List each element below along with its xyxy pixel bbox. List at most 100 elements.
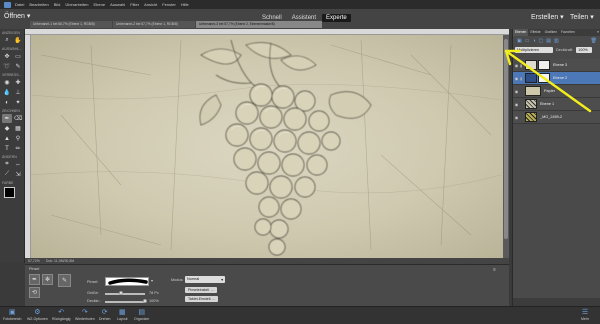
size-slider[interactable] [105, 293, 145, 295]
brush-tool-icon[interactable]: ✒ [2, 114, 12, 123]
sponge-tool-icon[interactable]: ◐ [2, 98, 12, 107]
eraser-tool-icon[interactable]: ⌫ [13, 114, 23, 123]
new-group-icon[interactable]: ▭ [525, 38, 530, 44]
zoom-tool-icon[interactable]: ⌕ [2, 36, 12, 45]
menu-item-bearbeiten[interactable]: Bearbeiten [29, 2, 48, 7]
type-tool-icon[interactable]: T [2, 144, 12, 153]
menu-item-hilfe[interactable]: Hilfe [181, 2, 189, 7]
visibility-eye-icon[interactable]: ◉ [513, 115, 520, 120]
hand-tool-icon[interactable]: ✋ [13, 36, 23, 45]
rotate-icon: ⟳ [101, 309, 108, 316]
create-button[interactable]: Erstellen ▾ [531, 13, 564, 21]
task-label: WZ-Optionen [27, 317, 48, 321]
brush-tool-option-icon[interactable]: ✒ [29, 274, 40, 285]
organizer-button[interactable]: ▤ Organizer [134, 308, 149, 321]
lasso-tool-icon[interactable]: ➰ [2, 62, 12, 71]
new-layer-icon[interactable]: ▣ [517, 38, 522, 44]
panel-footer [513, 298, 600, 306]
tablet-settings-button[interactable]: Tablet-Einstell. ... [185, 296, 219, 302]
crop-tool-icon[interactable]: ⌗ [2, 160, 12, 169]
menu-item-auswahl[interactable]: Auswahl [110, 2, 125, 7]
photo-bin-button[interactable]: ▣ Fotobereich [3, 308, 21, 321]
panel-menu-icon[interactable]: ≡ [595, 29, 600, 36]
move-tool-icon[interactable]: ✥ [2, 52, 12, 61]
color-replacement-icon[interactable]: ⟲ [29, 287, 40, 298]
size-slider-knob[interactable] [119, 291, 123, 295]
eyedropper-icon[interactable]: ⚲ [13, 134, 23, 143]
tab-favorites[interactable]: Favoriten [559, 29, 577, 36]
tab-layers[interactable]: Ebenen [513, 29, 529, 36]
brush-settings-button[interactable]: Pinseleinstell. ... [185, 287, 217, 293]
embossed-grapes-artwork [31, 39, 502, 256]
rotate-button[interactable]: ⟳ Drehen [99, 308, 110, 321]
menu-item-filter[interactable]: Filter [130, 2, 139, 7]
open-button[interactable]: Öffnen ▾ [4, 12, 30, 20]
menu-item-datei[interactable]: Datei [15, 2, 24, 7]
clone-stamp-icon[interactable]: ⊥ [13, 88, 23, 97]
marquee-tool-icon[interactable]: ▭ [13, 52, 23, 61]
undo-button[interactable]: ↶ Rückgängig [52, 308, 70, 321]
task-label: Fotobereich [3, 317, 22, 321]
red-eye-tool-icon[interactable]: ◉ [2, 78, 12, 87]
image-canvas[interactable] [31, 35, 503, 258]
pencil-tool-icon[interactable]: ✏ [13, 144, 23, 153]
share-button-label: Teilen [570, 14, 589, 21]
quick-select-tool-icon[interactable]: ✎ [13, 62, 23, 71]
blend-mode-value: Normal [187, 277, 200, 281]
menu-item-ueberarbeiten[interactable]: Überarbeiten [65, 2, 88, 7]
smart-brush-icon[interactable]: ✦ [13, 98, 23, 107]
tab-effects[interactable]: Effekte [528, 29, 542, 36]
undo-icon: ↶ [58, 309, 65, 316]
chevron-down-icon[interactable]: ▾ [151, 278, 153, 283]
document-tab[interactable]: Unbenannt-2 bei 57,7% (Ebene 1, RGB/8) [113, 21, 195, 28]
tab-graphics[interactable]: Grafiken [543, 29, 559, 36]
opacity-slider-knob[interactable] [143, 299, 147, 303]
menu-bar: Datei Bearbeiten Bild Überarbeiten Ebene… [0, 0, 600, 9]
redo-button[interactable]: ↷ Wiederholen [75, 308, 95, 321]
menu-item-ansicht[interactable]: Ansicht [144, 2, 157, 7]
bottom-taskbar: ▣ Fotobereich ⚙ WZ-Optionen ↶ Rückgängig ↷ W… [0, 306, 600, 324]
healing-brush-icon[interactable]: ✚ [13, 78, 23, 87]
document-tab-active[interactable]: Unbenannt-3 bei 57,7% (Ebene 2, Ebenenma… [196, 21, 322, 28]
gradient-tool-icon[interactable]: ▦ [13, 124, 23, 133]
trash-icon[interactable]: 🗑 [591, 38, 597, 44]
task-label: Mehr [581, 317, 589, 321]
size-label: Größe: [87, 291, 99, 295]
airbrush-toggle-icon[interactable]: ✎ [58, 274, 71, 287]
more-button[interactable]: ☰ Mehr [581, 308, 589, 321]
blend-mode-select[interactable]: Normal ▾ [185, 276, 225, 283]
paint-bucket-icon[interactable]: ◆ [2, 124, 12, 133]
opacity-slider[interactable] [105, 301, 145, 303]
opacity-value: 100% [149, 299, 159, 303]
task-label: Drehen [99, 317, 111, 321]
lock-all-icon[interactable]: ▥ [554, 38, 559, 44]
layer-mask-icon[interactable]: ▢ [539, 38, 544, 44]
lock-icon[interactable]: ▤ [546, 38, 551, 44]
straighten-tool-icon[interactable]: ⟋ [2, 170, 12, 179]
task-label: Wiederholen [75, 317, 95, 321]
recompose-tool-icon[interactable]: ⇔ [13, 160, 23, 169]
tool-options-icon: ⚙ [34, 309, 41, 316]
foreground-color-swatch[interactable] [4, 187, 15, 198]
adjustment-layer-icon[interactable]: ◑ [532, 38, 535, 44]
menu-item-bild[interactable]: Bild [54, 2, 61, 7]
tool-options-button[interactable]: ⚙ WZ-Optionen [27, 308, 48, 321]
impressionist-brush-icon[interactable]: ✻ [42, 274, 53, 285]
share-button[interactable]: Teilen ▾ [570, 13, 594, 21]
blur-tool-icon[interactable]: 💧 [2, 88, 12, 97]
zoom-readout: 57,72% [28, 259, 40, 263]
chevron-down-icon: ▾ [221, 278, 223, 282]
layer-name: _MG_2459-2 [540, 115, 563, 119]
menu-item-fenster[interactable]: Fenster [162, 2, 176, 7]
layout-button[interactable]: ▦ Layout [117, 308, 128, 321]
content-move-icon[interactable]: ⇲ [13, 170, 23, 179]
toolbox-section-label: AUSWÄHL... [2, 47, 23, 51]
brush-preset-picker[interactable] [105, 277, 149, 286]
panel-menu-icon[interactable]: ≡ [493, 267, 496, 273]
layout-icon: ▦ [118, 309, 126, 316]
document-tab[interactable]: Unbenannt-1 bei 66,7% (Ebene 1, RGB/8) [30, 21, 112, 28]
shape-tool-icon[interactable]: ▲ [2, 134, 12, 143]
opacity-label: Deckkr.: [87, 299, 101, 303]
menu-item-ebene[interactable]: Ebene [94, 2, 106, 7]
task-label: Organizer [134, 317, 150, 321]
